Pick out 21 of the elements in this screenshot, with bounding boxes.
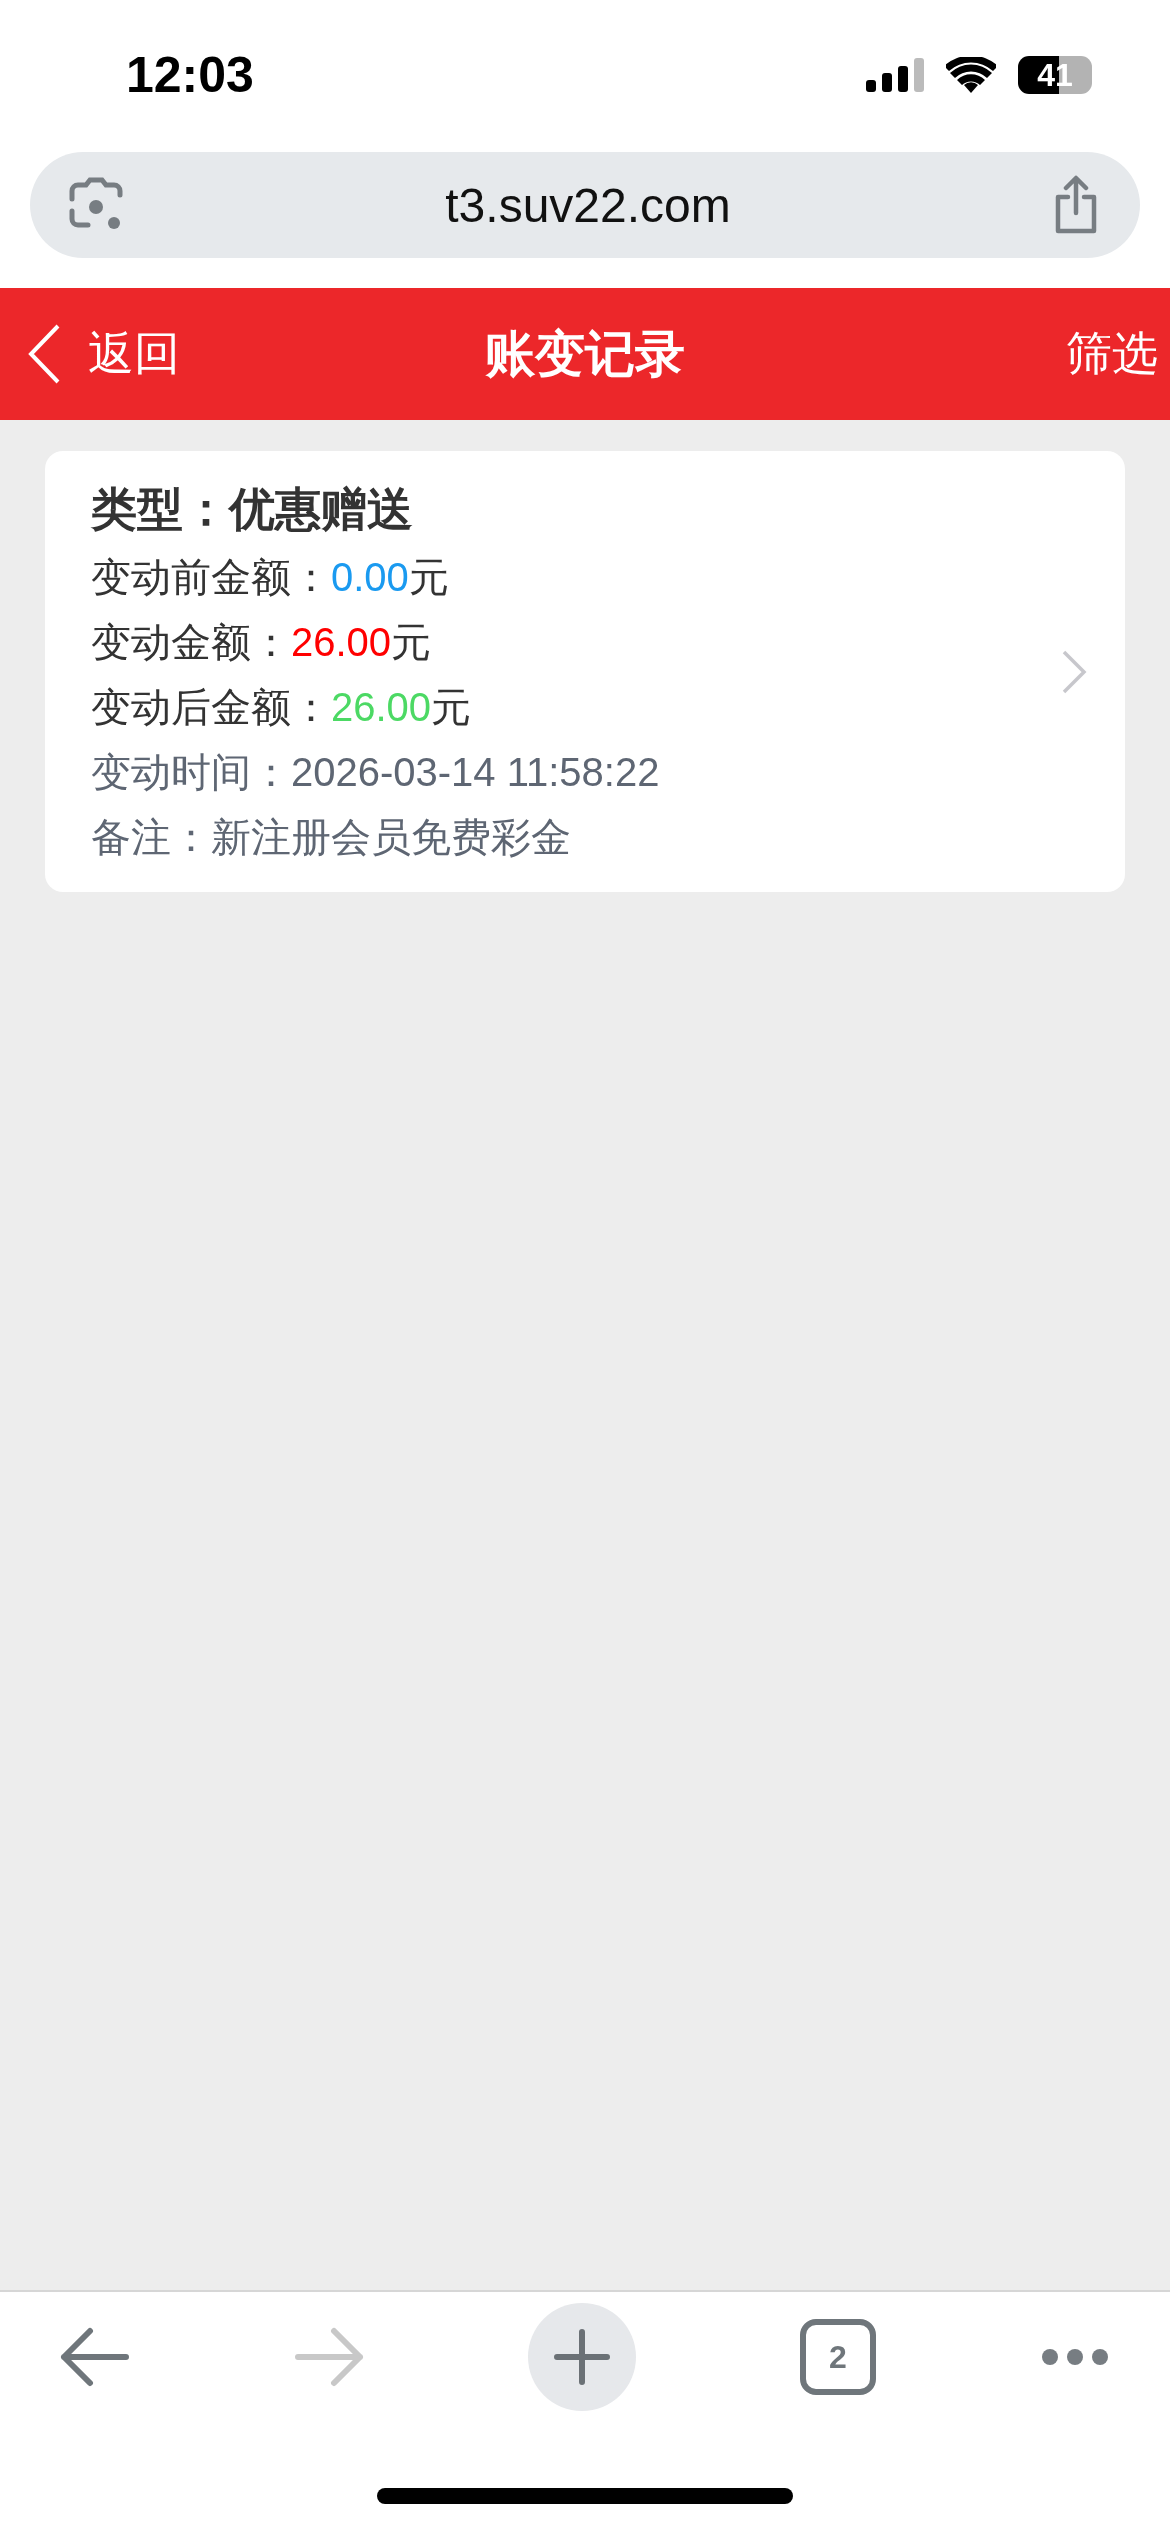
- back-arrow-icon[interactable]: [60, 2327, 130, 2387]
- amount-line: 变动后金额：26.00元: [91, 684, 473, 731]
- record-card[interactable]: 类型：优惠赠送 变动前金额：0.00元 变动金额：26.00元 变动后金额：26.00元 变动时间：2026-03-14 11:58:22 备注：新注册会员免费彩金: [45, 451, 1125, 892]
- page-title: 账变记录: [485, 324, 685, 384]
- status-time: 12:03: [126, 46, 254, 104]
- signal-icon: [866, 58, 924, 92]
- back-chevron-icon: [26, 323, 62, 385]
- chevron-right-icon: [1061, 648, 1087, 695]
- info-line: 变动时间：2026-03-14 11:58:22: [91, 749, 660, 796]
- filter-button[interactable]: 筛选: [1066, 323, 1158, 385]
- plus-icon: [554, 2329, 610, 2385]
- info-line: 备注：新注册会员免费彩金: [91, 814, 572, 861]
- address-bar[interactable]: t3.suv22.com: [30, 152, 1140, 258]
- more-icon[interactable]: [1040, 2347, 1110, 2367]
- record-type: 类型：优惠赠送: [91, 482, 414, 537]
- url-text: t3.suv22.com: [445, 177, 731, 233]
- amount-line: 变动金额：26.00元: [91, 619, 433, 666]
- tabs-button[interactable]: 2: [800, 2319, 876, 2395]
- wifi-icon: [946, 57, 996, 93]
- back-button[interactable]: 返回: [26, 323, 180, 385]
- amount-line: 变动前金额：0.00元: [91, 554, 450, 601]
